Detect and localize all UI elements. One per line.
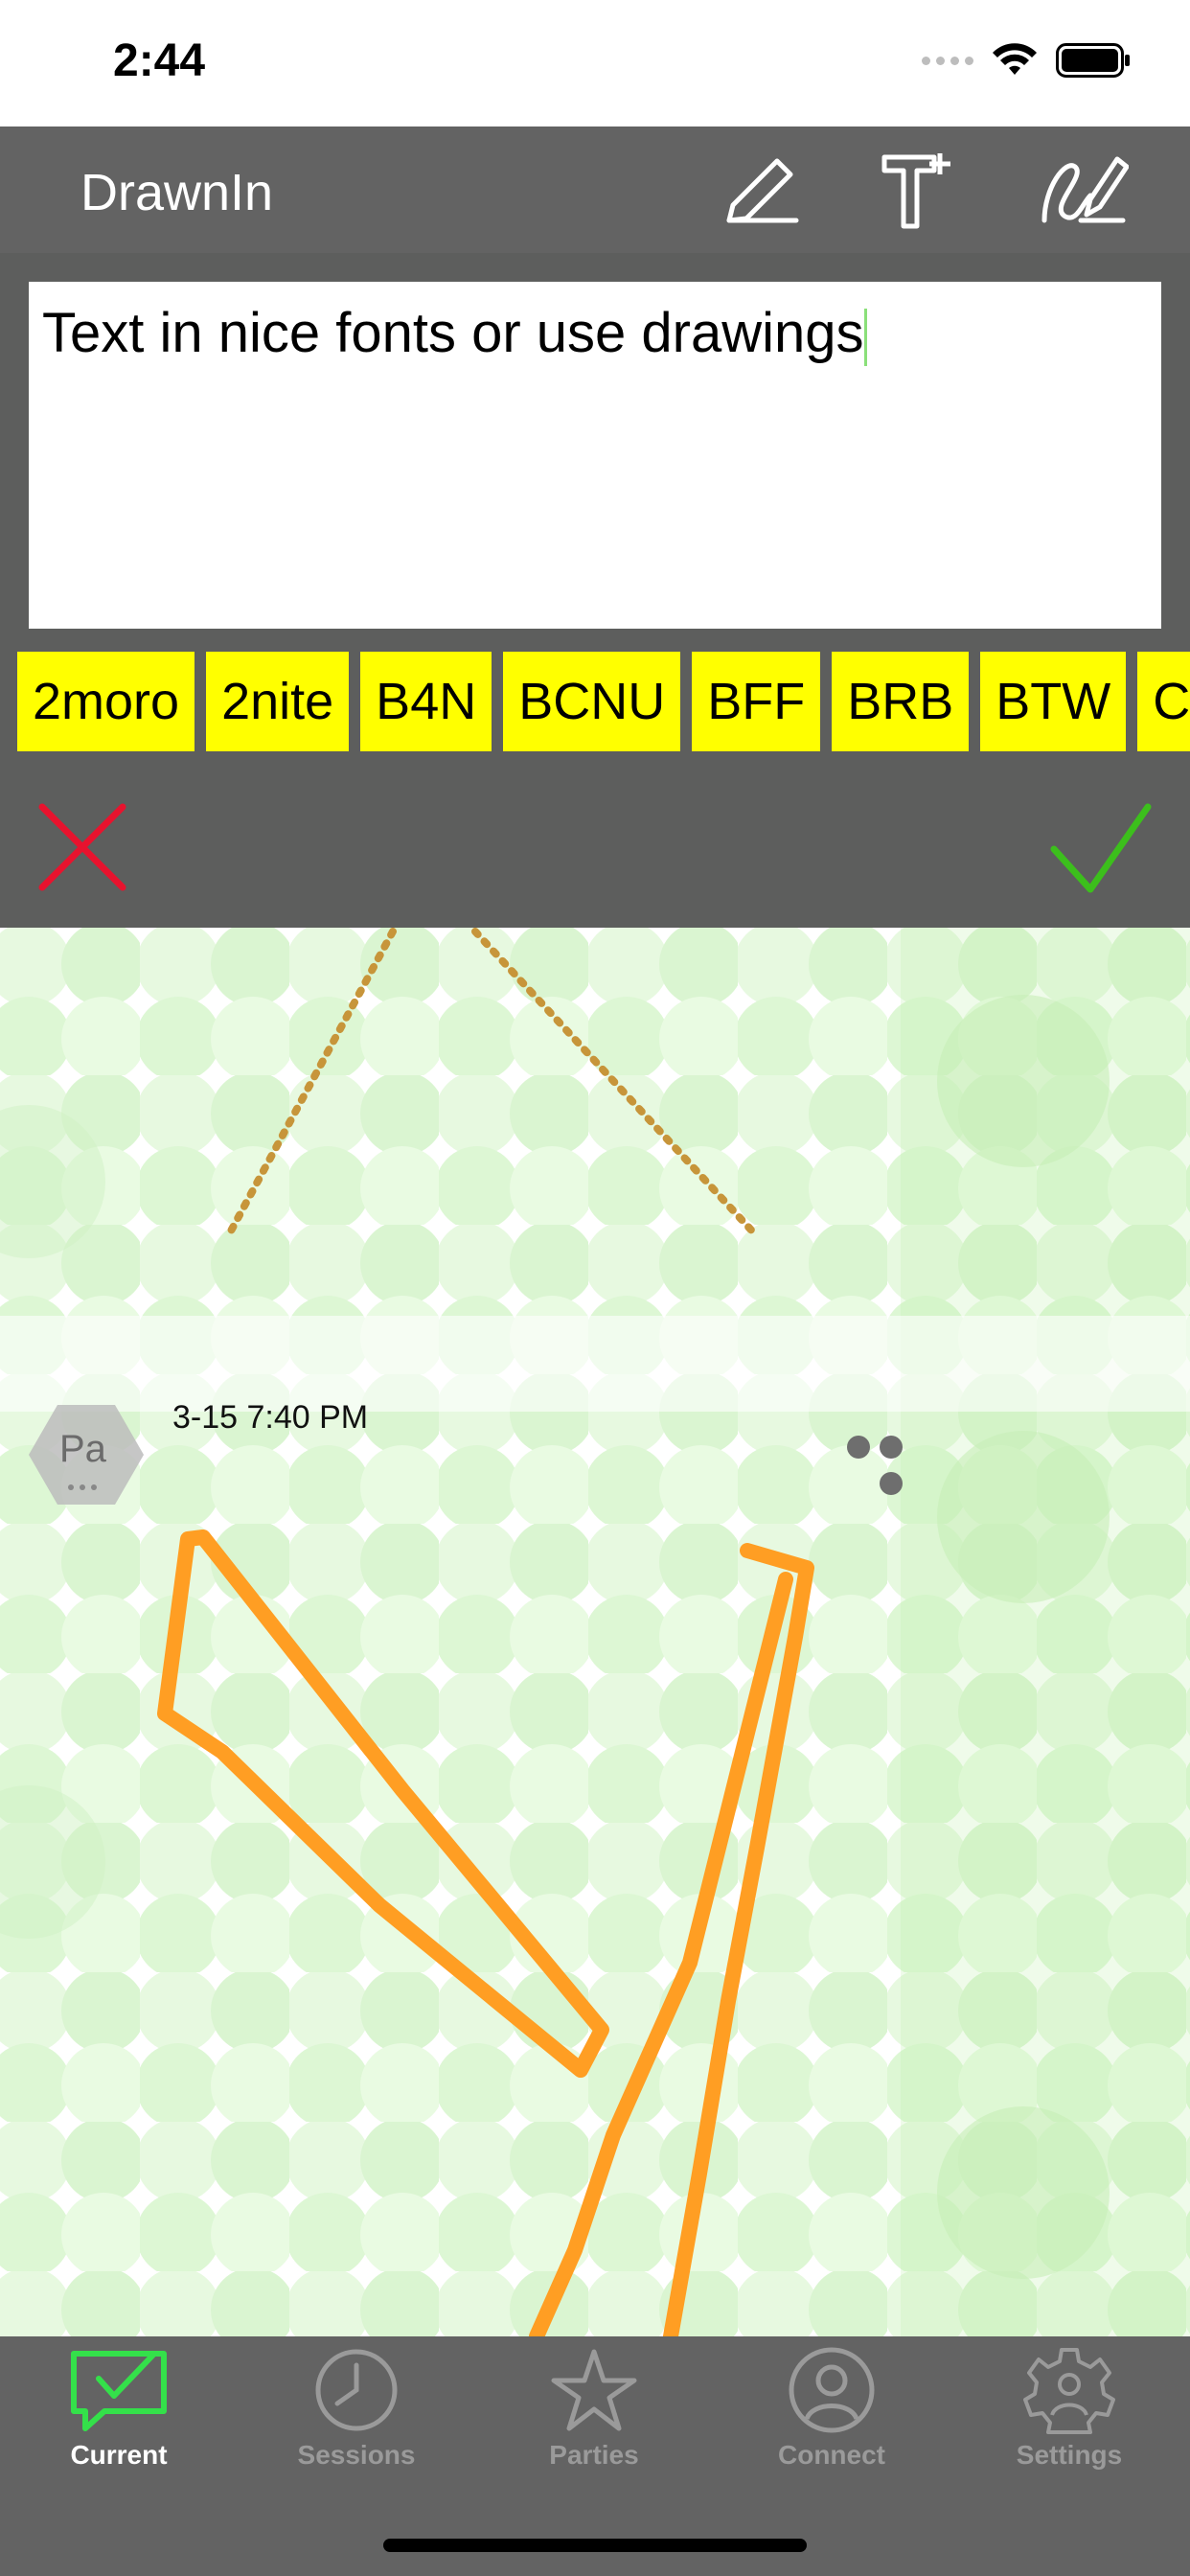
status-icons: [922, 42, 1131, 79]
chip-bff[interactable]: BFF: [692, 652, 821, 751]
close-icon: [38, 803, 126, 891]
chip-bcnu[interactable]: BCNU: [503, 652, 681, 751]
clock-icon: [315, 2349, 398, 2431]
tab-current-label: Current: [70, 2440, 168, 2470]
tab-settings-label: Settings: [1016, 2440, 1123, 2470]
chip-2moro[interactable]: 2moro: [17, 652, 195, 751]
freehand-drawing: [157, 1530, 814, 2336]
cellular-signal-icon: [922, 56, 973, 65]
chip-btw[interactable]: BTW: [980, 652, 1127, 751]
home-indicator: [383, 2539, 807, 2552]
checkmark-icon: [1050, 803, 1152, 893]
message-timestamp: 3-15 7:40 PM: [172, 1399, 369, 1436]
star-icon: [551, 2349, 637, 2431]
signature-button[interactable]: [1035, 148, 1131, 234]
tab-connect-label: Connect: [778, 2440, 885, 2470]
chip-c[interactable]: C: [1137, 652, 1190, 751]
tab-parties[interactable]: Parties: [498, 2346, 690, 2490]
battery-icon: [1056, 43, 1130, 78]
cancel-button[interactable]: [34, 799, 130, 895]
message-text-value: Text in nice fonts or use drawings: [42, 302, 864, 364]
compose-panel: Text in nice fonts or use drawings 2moro…: [0, 253, 1190, 928]
more-options-icon[interactable]: [843, 1432, 920, 1499]
person-circle-icon: [789, 2347, 875, 2433]
tab-parties-label: Parties: [549, 2440, 639, 2470]
tab-current[interactable]: Current: [23, 2346, 215, 2490]
pencil-icon: [726, 158, 799, 223]
app-title: DrawnIn: [80, 164, 274, 221]
tab-connect[interactable]: Connect: [736, 2346, 927, 2490]
status-time: 2:44: [113, 35, 206, 86]
signature-icon: [1041, 156, 1129, 223]
chat-check-icon: [71, 2351, 167, 2431]
message-text-input[interactable]: Text in nice fonts or use drawings: [29, 282, 1161, 629]
drawing-canvas[interactable]: Pa 3-15 7:40 PM: [0, 928, 1190, 2336]
avatar-initials: Pa: [59, 1428, 106, 1470]
tab-sessions[interactable]: Sessions: [261, 2346, 452, 2490]
text-caret: [863, 308, 867, 366]
confirm-button[interactable]: [1048, 799, 1154, 895]
gear-person-icon: [1023, 2348, 1115, 2434]
add-text-button[interactable]: [870, 148, 966, 234]
nav-bar: DrawnIn: [0, 126, 1190, 253]
draw-button[interactable]: [713, 148, 809, 234]
chip-2nite[interactable]: 2nite: [206, 652, 350, 751]
tab-settings[interactable]: Settings: [973, 2346, 1165, 2490]
tab-sessions-label: Sessions: [297, 2440, 416, 2470]
abbreviation-chips[interactable]: 2moro 2nite B4N BCNU BFF BRB BTW C: [17, 652, 1190, 757]
wifi-icon: [993, 43, 1037, 75]
status-bar: 2:44: [0, 0, 1190, 126]
add-text-icon: [881, 153, 950, 229]
chip-brb[interactable]: BRB: [832, 652, 970, 751]
chip-b4n[interactable]: B4N: [360, 652, 492, 751]
